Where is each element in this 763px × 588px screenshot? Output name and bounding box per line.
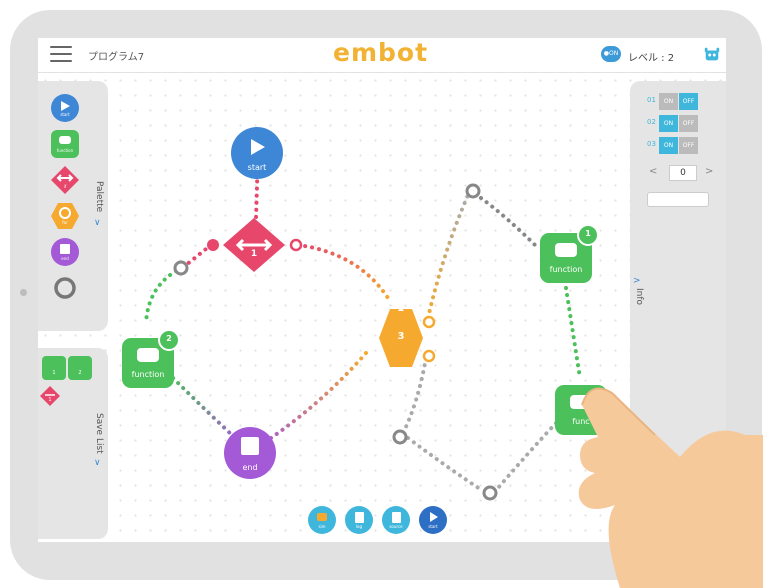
- palette-if-block[interactable]: if: [50, 165, 80, 195]
- connector-loop-topcircle: [426, 193, 470, 320]
- connector-if-loop: [296, 243, 390, 300]
- palette-loop-block[interactable]: for: [50, 201, 80, 231]
- log-button[interactable]: log: [345, 506, 373, 534]
- document-icon: [355, 512, 364, 523]
- info-02-off-button[interactable]: OFF: [679, 115, 698, 132]
- port-circle-low: [392, 429, 408, 445]
- loop-node-value: 3: [397, 331, 405, 342]
- info-01-off-button[interactable]: OFF: [679, 93, 698, 110]
- if-icon: [51, 166, 79, 194]
- info-chevron-icon[interactable]: >: [633, 276, 641, 286]
- if-node[interactable]: [223, 218, 285, 272]
- palette-title[interactable]: Palette: [94, 181, 104, 212]
- if-node-value: 1: [250, 249, 258, 259]
- port-if-true: [289, 238, 303, 252]
- function-left-badge: 2: [166, 334, 172, 343]
- info-03-off-button[interactable]: OFF: [679, 137, 698, 154]
- robot-icon: [317, 513, 327, 521]
- port-loop-top: [422, 315, 436, 329]
- level-label: レベル : 2: [628, 53, 675, 64]
- palette-start-block[interactable]: start: [50, 93, 80, 123]
- save-list-panel: 1 2 1 Save List ∨: [38, 348, 108, 539]
- function-right-label: function: [549, 265, 583, 274]
- connector-topcircle-func: [479, 196, 540, 250]
- sim-button[interactable]: sim: [308, 506, 336, 534]
- end-icon: [51, 238, 79, 266]
- source-button[interactable]: source: [382, 506, 410, 534]
- connector-loop-end: [254, 351, 368, 450]
- if-icon: [40, 386, 60, 406]
- save-list-title[interactable]: Save List: [94, 413, 104, 454]
- info-02-on-button[interactable]: ON: [659, 115, 678, 132]
- ring-icon: [54, 277, 76, 299]
- end-node-label: end: [242, 463, 258, 472]
- stepper-next-button[interactable]: >: [705, 166, 713, 177]
- connector-lowcircle-bottomcircle: [406, 436, 485, 493]
- save-list-chevron-icon[interactable]: ∨: [94, 458, 101, 468]
- top-bar: プログラム7 embot ●ON レベル : 2: [38, 38, 726, 73]
- palette-end-block[interactable]: end: [50, 237, 80, 267]
- palette-chevron-icon[interactable]: ∨: [94, 218, 101, 228]
- saved-function-1[interactable]: 1: [42, 356, 66, 380]
- stepper-prev-button[interactable]: <: [649, 166, 657, 177]
- info-03-on-button[interactable]: ON: [659, 137, 678, 154]
- port-circle-top: [465, 183, 481, 199]
- tablet-home-dot: [20, 289, 27, 296]
- connector-if-circle: [184, 243, 213, 267]
- connector-loop-lowcircle: [401, 356, 428, 435]
- value-stepper: < 0 >: [647, 164, 717, 181]
- stepper-value[interactable]: 0: [669, 165, 697, 181]
- function-icon: [51, 130, 79, 158]
- menu-icon[interactable]: [50, 46, 72, 63]
- play-icon: [430, 512, 438, 522]
- info-01-on-button[interactable]: ON: [659, 93, 678, 110]
- info-input-field[interactable]: [647, 192, 709, 207]
- function-left-label: function: [131, 370, 165, 379]
- code-icon: [392, 512, 401, 523]
- start-node-label: start: [247, 163, 267, 172]
- saved-if-1[interactable]: 1: [40, 386, 60, 406]
- play-icon: [51, 94, 79, 122]
- palette-function-block[interactable]: function: [50, 129, 80, 159]
- connector-func-bottomcircle: [496, 421, 558, 490]
- palette-panel: start function if for end Palette ∨: [38, 81, 108, 331]
- function-right-badge: 1: [585, 229, 591, 238]
- app-logo: embot: [333, 38, 429, 67]
- pointing-hand-illustration: [578, 387, 763, 588]
- port-loop-bottom: [422, 349, 436, 363]
- loop-icon: [51, 203, 79, 229]
- info-title[interactable]: Info: [634, 288, 644, 305]
- program-name: プログラム7: [88, 52, 145, 63]
- connector-circle-func: [144, 269, 178, 325]
- run-start-button[interactable]: start: [419, 506, 447, 534]
- palette-connector-block[interactable]: [50, 273, 80, 303]
- saved-function-2[interactable]: 2: [68, 356, 92, 380]
- port-if-false: [207, 239, 219, 251]
- robot-icon[interactable]: [703, 46, 721, 64]
- port-circle-bottom: [482, 485, 498, 501]
- port-circle-left: [173, 260, 189, 276]
- sound-toggle-button[interactable]: ●ON: [601, 46, 621, 62]
